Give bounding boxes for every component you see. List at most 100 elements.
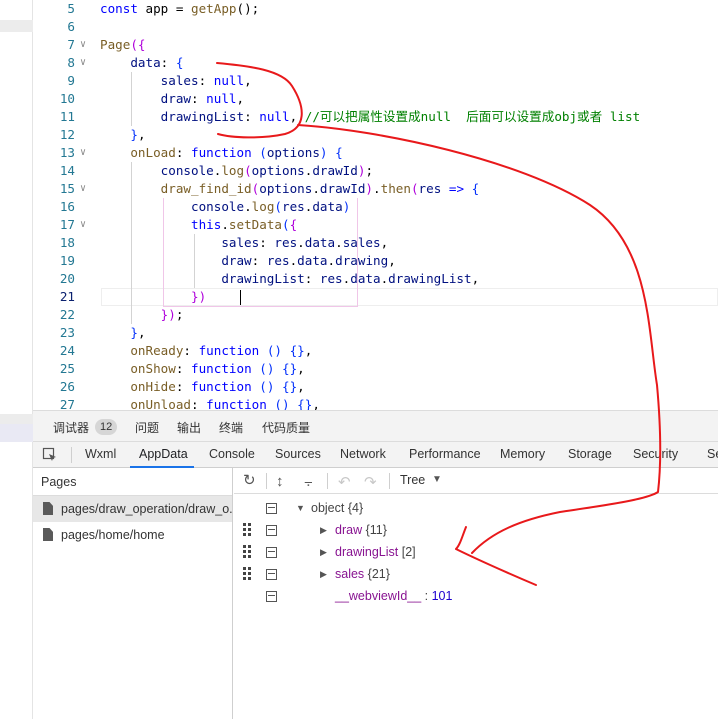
- drag-handle-icon[interactable]: [243, 523, 251, 537]
- code-line[interactable]: 10 draw: null,: [33, 90, 718, 108]
- row-action-icon[interactable]: [266, 569, 277, 580]
- code-line[interactable]: 9 sales: null,: [33, 72, 718, 90]
- caret-right-icon[interactable]: ▶: [320, 563, 327, 585]
- fold-chevron-icon[interactable]: ∨: [80, 54, 86, 72]
- fold-chevron-icon[interactable]: ∨: [80, 144, 86, 162]
- code-line[interactable]: 25 onShow: function () {},: [33, 360, 718, 378]
- code-line[interactable]: 26 onHide: function () {},: [33, 378, 718, 396]
- row-action-icon[interactable]: [266, 547, 277, 558]
- code-line[interactable]: 18 sales: res.data.sales,: [33, 234, 718, 252]
- code-text: const app = getApp();: [100, 0, 259, 18]
- code-token: onShow: [100, 361, 176, 376]
- code-line[interactable]: 23 },: [33, 324, 718, 342]
- code-text: sales: res.data.sales,: [100, 234, 388, 252]
- drag-handle-icon[interactable]: [243, 567, 251, 581]
- tab-terminal[interactable]: 终端: [219, 419, 243, 436]
- code-line[interactable]: 15 ∨ draw_find_id(options.drawId).then(re…: [33, 180, 718, 198]
- code-text: data: {: [100, 54, 183, 72]
- tree-root-row[interactable]: ▼ object {4}: [234, 497, 718, 519]
- code-line[interactable]: 13 ∨ onLoad: function (options) {: [33, 144, 718, 162]
- page-item-home[interactable]: pages/home/home: [33, 522, 232, 548]
- caret-down-icon[interactable]: ▼: [296, 497, 305, 519]
- code-text: drawingList: null, //可以把属性设置成null 后面可以设置…: [100, 108, 641, 126]
- page-item-draw-operation[interactable]: pages/draw_operation/draw_o...: [33, 496, 232, 522]
- fold-chevron-icon[interactable]: ∨: [80, 36, 86, 54]
- refresh-icon[interactable]: ↻: [243, 471, 256, 489]
- tab-output[interactable]: 输出: [177, 419, 201, 436]
- tab-console[interactable]: Console: [209, 447, 255, 461]
- code-line[interactable]: 22 });: [33, 306, 718, 324]
- tree-row-drawinglist[interactable]: ▶ drawingList [2]: [234, 541, 718, 563]
- code-token: () {}: [251, 361, 298, 376]
- line-number: 6: [67, 19, 75, 34]
- code-line[interactable]: 8 ∨ data: {: [33, 54, 718, 72]
- code-line[interactable]: 7 ∨ Page({: [33, 36, 718, 54]
- code-token: data: [100, 55, 161, 70]
- code-editor[interactable]: 5 const app = getApp(); 6 7 ∨ Page({8 ∨ data: …: [33, 0, 718, 410]
- tab-debugger[interactable]: 调试器: [53, 419, 89, 436]
- code-line[interactable]: 21 }): [33, 288, 718, 306]
- code-line[interactable]: 19 draw: res.data.drawing,: [33, 252, 718, 270]
- code-token: (: [282, 217, 290, 232]
- devtools-top-tabs: 调试器 12 问题 输出 终端 代码质量: [33, 410, 718, 442]
- row-action-icon[interactable]: [266, 591, 277, 602]
- code-line[interactable]: 6: [33, 18, 718, 36]
- tab-wxml[interactable]: Wxml: [85, 447, 116, 461]
- tab-code-quality[interactable]: 代码质量: [262, 419, 310, 436]
- expand-all-icon[interactable]: ↕: [276, 473, 284, 490]
- caret-down-icon[interactable]: ▼: [432, 474, 442, 485]
- code-line[interactable]: 11 drawingList: null, //可以把属性设置成null 后面可…: [33, 108, 718, 126]
- undo-icon[interactable]: ↶: [338, 473, 351, 491]
- code-token: .: [373, 181, 381, 196]
- view-mode-select[interactable]: Tree: [400, 473, 425, 487]
- code-token: data: [304, 235, 336, 250]
- code-token: {: [175, 55, 184, 70]
- code-token: drawingList: [100, 109, 245, 124]
- line-number: 10: [59, 91, 75, 106]
- inspect-element-icon[interactable]: [42, 447, 58, 463]
- caret-right-icon[interactable]: ▶: [320, 541, 327, 563]
- code-token: (: [251, 145, 267, 160]
- code-token: (: [244, 163, 252, 178]
- tree-row-sales[interactable]: ▶ sales {21}: [234, 563, 718, 585]
- tab-sources[interactable]: Sources: [275, 447, 321, 461]
- code-token: sales: [100, 73, 199, 88]
- collapse-all-icon[interactable]: ⨪: [304, 473, 313, 490]
- row-action-icon[interactable]: [266, 503, 277, 514]
- tab-network[interactable]: Network: [340, 447, 386, 461]
- tab-storage[interactable]: Storage: [568, 447, 612, 461]
- code-line[interactable]: 12 },: [33, 126, 718, 144]
- code-line[interactable]: 24 onReady: function () {},: [33, 342, 718, 360]
- code-line[interactable]: 16 console.log(res.data): [33, 198, 718, 216]
- row-action-icon[interactable]: [266, 525, 277, 536]
- code-token: ): [365, 181, 374, 196]
- text-cursor: [240, 290, 241, 305]
- fold-chevron-icon[interactable]: ∨: [80, 180, 86, 198]
- code-line[interactable]: 17 ∨ this.setData({: [33, 216, 718, 234]
- code-line[interactable]: 20 drawingList: res.data.drawingList,: [33, 270, 718, 288]
- code-line[interactable]: 14 console.log(options.drawId);: [33, 162, 718, 180]
- code-text: });: [100, 306, 184, 324]
- caret-right-icon[interactable]: ▶: [320, 519, 327, 541]
- code-line[interactable]: 27 onUnload: function () {},: [33, 396, 718, 410]
- code-token: drawingList: [100, 271, 305, 286]
- tab-issues[interactable]: 问题: [135, 419, 159, 436]
- pages-panel: Pages pages/draw_operation/draw_o... pag…: [33, 468, 233, 719]
- tree-row-webviewid[interactable]: __webviewId__ : 101: [234, 585, 718, 607]
- tab-appdata[interactable]: AppData: [139, 447, 188, 461]
- tree-row-draw[interactable]: ▶ draw {11}: [234, 519, 718, 541]
- tab-performance[interactable]: Performance: [409, 447, 481, 461]
- code-text: },: [100, 324, 145, 342]
- code-line[interactable]: 5 const app = getApp();: [33, 0, 718, 18]
- fold-chevron-icon[interactable]: ∨: [80, 216, 86, 234]
- code-token: null: [259, 109, 290, 124]
- tab-more[interactable]: Se: [707, 447, 718, 461]
- redo-icon[interactable]: ↷: [364, 473, 377, 491]
- line-number: 25: [59, 361, 75, 376]
- tree-key: drawingList: [335, 545, 399, 559]
- tab-memory[interactable]: Memory: [500, 447, 545, 461]
- drag-handle-icon[interactable]: [243, 545, 251, 559]
- tab-security[interactable]: Security: [633, 447, 678, 461]
- code-token: function: [191, 361, 252, 376]
